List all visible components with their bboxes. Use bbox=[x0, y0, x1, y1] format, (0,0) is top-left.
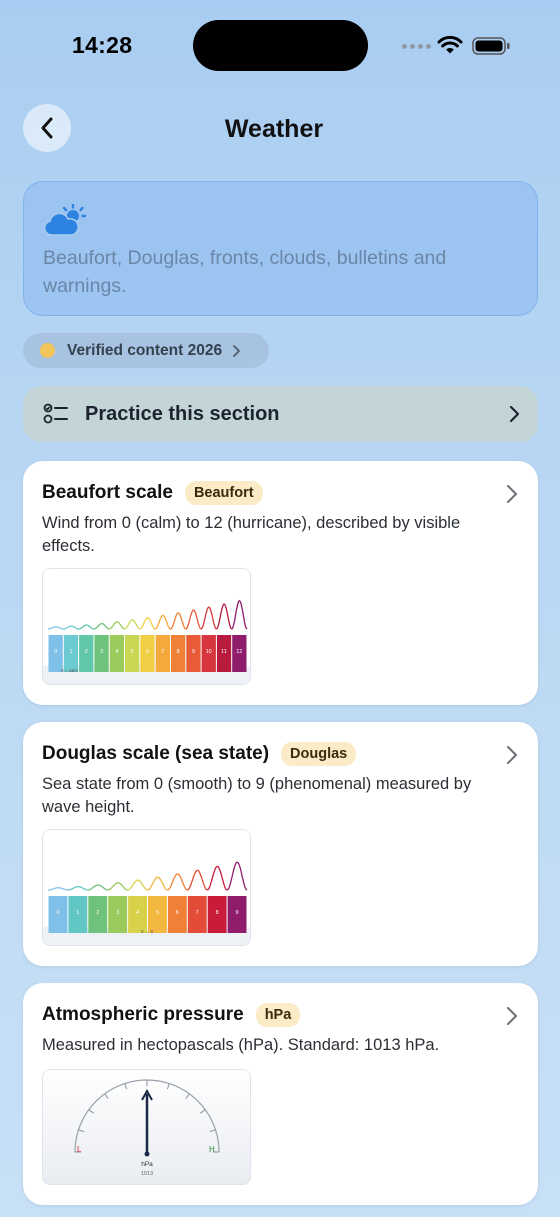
scale-label: 2 bbox=[96, 910, 99, 916]
scale-label: 3 bbox=[116, 910, 119, 916]
card-description: Measured in hectopascals (hPa). Standard… bbox=[42, 1036, 440, 1054]
card-beaufort[interactable]: Beaufort scale Beaufort Wind from 0 (cal… bbox=[23, 461, 538, 705]
card-title: Beaufort scale bbox=[42, 482, 173, 503]
scale-label: 0 bbox=[56, 910, 59, 916]
card-title: Douglas scale (sea state) bbox=[42, 743, 270, 764]
practice-label: Practice this section bbox=[85, 403, 280, 425]
card-description: Sea state from 0 (smooth) to 9 (phenomen… bbox=[42, 775, 472, 816]
scale-label: 4 bbox=[136, 910, 139, 916]
wifi-icon bbox=[437, 35, 463, 54]
scale-label: 5 bbox=[131, 649, 134, 655]
nav-bar: Weather bbox=[0, 104, 560, 152]
scale-label: 2 bbox=[85, 649, 88, 655]
section-description: Beaufort, Douglas, fronts, clouds, bulle… bbox=[43, 247, 447, 297]
pressure-gauge-thumbnail: L H hPa 1013 bbox=[42, 1069, 251, 1185]
scale-caption: 0 → 9 bbox=[141, 929, 154, 934]
scale-label: 11 bbox=[221, 649, 227, 655]
gauge-value: 1013 bbox=[141, 1171, 153, 1177]
card-douglas[interactable]: Douglas scale (sea state) Douglas Sea st… bbox=[23, 722, 538, 966]
verified-label: Verified content 2026 bbox=[67, 341, 223, 359]
scale-label: 3 bbox=[100, 649, 103, 655]
scale-label: 10 bbox=[206, 649, 212, 655]
scale-label: 7 bbox=[161, 649, 164, 655]
checklist-icon bbox=[43, 403, 68, 424]
scale-label: 12 bbox=[236, 649, 242, 655]
verified-dot bbox=[40, 343, 55, 358]
cellular-signal-icon bbox=[402, 44, 431, 49]
status-bar: 14:28 bbox=[0, 0, 560, 90]
beaufort-scale-illustration: 0 1 2 3 4 5 6 7 8 9 10 11 120 = calm bbox=[43, 569, 250, 684]
chevron-right-icon bbox=[507, 1007, 517, 1025]
practice-section-button[interactable]: Practice this section bbox=[23, 386, 538, 442]
page-title: Weather bbox=[224, 115, 324, 143]
cloud-sun-icon bbox=[43, 204, 87, 236]
chevron-right-icon bbox=[507, 746, 517, 764]
scale-label: 0 bbox=[54, 649, 57, 655]
scale-label: 7 bbox=[196, 910, 199, 916]
scale-label: 9 bbox=[192, 649, 195, 655]
verified-content-chip[interactable]: Verified content 2026 bbox=[23, 333, 269, 368]
scale-label: 1 bbox=[76, 910, 79, 916]
gauge-low-label: L bbox=[77, 1145, 82, 1154]
scale-label: 8 bbox=[216, 910, 219, 916]
scale-label: 1 bbox=[69, 649, 72, 655]
dynamic-island bbox=[193, 20, 368, 71]
scale-label: 4 bbox=[115, 649, 118, 655]
card-description: Wind from 0 (calm) to 12 (hurricane), de… bbox=[42, 514, 461, 555]
douglas-scale-thumbnail: 0 1 2 3 4 5 6 7 8 9 0 → 9 bbox=[42, 829, 251, 946]
section-summary-card: Beaufort, Douglas, fronts, clouds, bulle… bbox=[23, 181, 538, 316]
scale-caption: 0 = calm bbox=[61, 668, 78, 673]
scale-label: 6 bbox=[176, 910, 179, 916]
clock: 14:28 bbox=[72, 32, 133, 58]
scale-label: 5 bbox=[156, 910, 159, 916]
card-badge: Beaufort bbox=[184, 481, 263, 505]
card-badge: hPa bbox=[255, 1003, 301, 1027]
scale-label: 6 bbox=[146, 649, 149, 655]
card-pressure[interactable]: Atmospheric pressure hPa Measured in hec… bbox=[23, 983, 538, 1205]
chevron-right-icon bbox=[509, 405, 520, 423]
chevron-right-icon bbox=[507, 485, 517, 503]
gauge-high-label: H bbox=[209, 1145, 215, 1154]
beaufort-scale-thumbnail: 0 1 2 3 4 5 6 7 8 9 10 11 12 0 = calm bbox=[42, 568, 251, 685]
gauge-unit: hPa bbox=[141, 1161, 153, 1168]
chevron-right-icon bbox=[233, 344, 240, 357]
card-title: Atmospheric pressure bbox=[42, 1004, 244, 1025]
scale-label: 9 bbox=[235, 910, 238, 916]
pressure-gauge-illustration: L H hPa 1013 bbox=[43, 1070, 250, 1184]
scale-label: 8 bbox=[177, 649, 180, 655]
douglas-scale-illustration: 0 1 2 3 4 5 6 7 8 9 0 → 9 bbox=[43, 830, 250, 945]
battery-icon bbox=[472, 37, 510, 55]
card-badge: Douglas bbox=[281, 742, 357, 766]
